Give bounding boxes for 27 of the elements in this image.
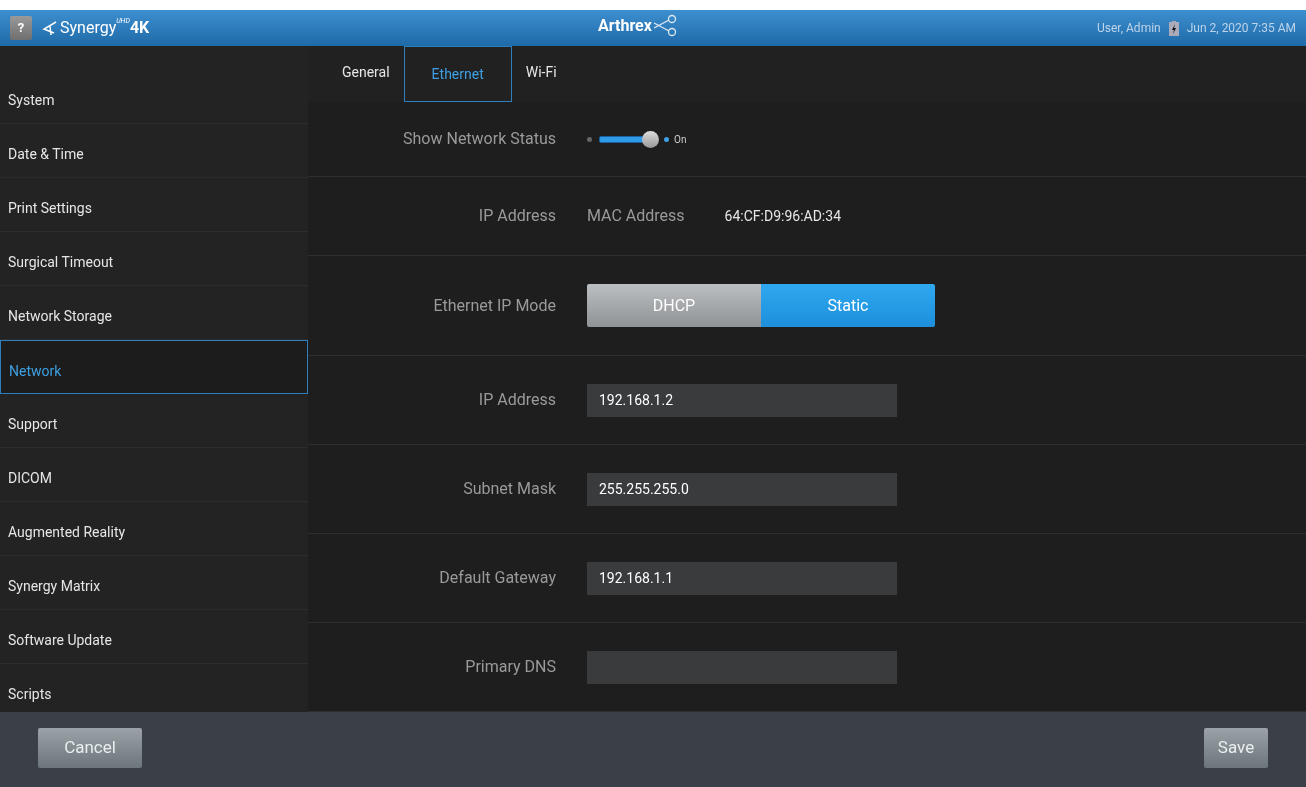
setting-label: Subnet Mask [462,478,556,500]
mac-address-value: 64:CF:D9:96:AD:34 [724,206,841,226]
tab[interactable]: Wi-Fi [513,46,569,102]
setting-label: Ethernet IP Mode [432,294,556,317]
input-field[interactable]: 192.168.1.1 [587,561,897,595]
user-name: User, Admin [1097,20,1161,37]
toggle-state: On [674,132,687,147]
product-logo-text: Synergy$^{UHD}$4K [60,20,150,36]
input-field[interactable]: 192.168.1.2 [587,383,897,417]
setting-label: Show Network Status [402,128,556,150]
toggle-switch[interactable] [587,131,669,147]
tab[interactable]: General [330,46,402,102]
battery-charging-icon [1168,20,1179,36]
input-field[interactable]: 255.255.255.0 [587,472,897,506]
tab[interactable]: Ethernet [403,46,512,102]
scissors-icon [651,14,678,38]
date-time: Jun 2, 2020 7:35 AM [1186,20,1296,37]
setting-label: MAC Address [587,205,685,227]
setting-label: IP Address [477,205,556,227]
arrow-logo-icon [42,20,58,36]
input-field[interactable] [587,650,897,684]
help-button[interactable]: ? [10,16,32,40]
setting-label: IP Address [477,389,556,411]
setting-label: Primary DNS [464,656,556,678]
brand-logo-text: Arthrex [598,15,652,37]
setting-label: Default Gateway [438,567,556,589]
sidebar-item[interactable]: Network [0,340,308,394]
